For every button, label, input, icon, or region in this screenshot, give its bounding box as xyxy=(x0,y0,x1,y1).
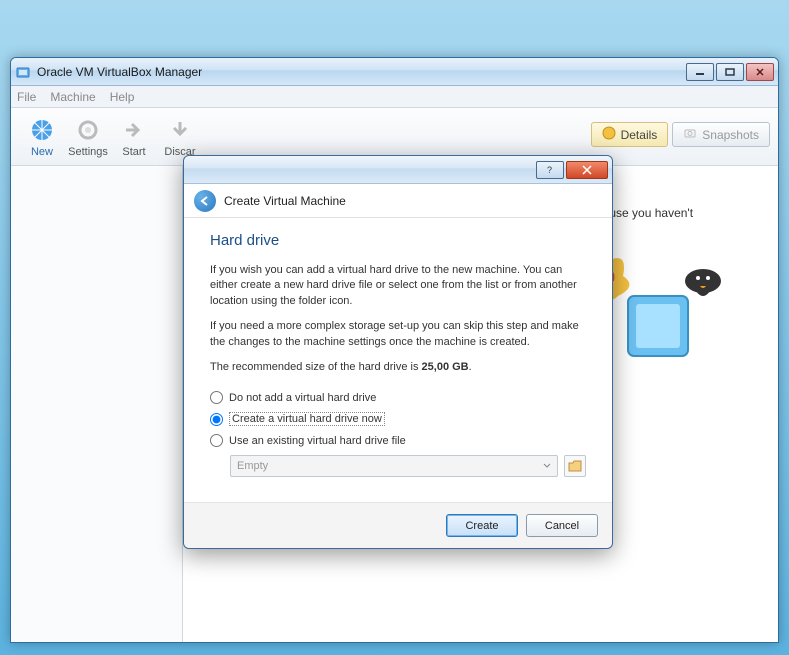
minimize-button[interactable] xyxy=(686,63,714,81)
tab-details[interactable]: Details xyxy=(591,122,669,147)
dialog-header: Create Virtual Machine xyxy=(184,184,612,218)
titlebar: Oracle VM VirtualBox Manager xyxy=(11,58,778,86)
vm-list-panel xyxy=(11,166,183,642)
svg-text:?: ? xyxy=(547,165,552,175)
tab-snapshots[interactable]: Snapshots xyxy=(672,122,770,147)
folder-icon xyxy=(568,460,582,472)
menu-help[interactable]: Help xyxy=(110,90,135,104)
app-icon xyxy=(15,64,31,80)
radio-no-drive-label: Do not add a virtual hard drive xyxy=(229,392,376,404)
discard-icon xyxy=(166,116,194,144)
existing-drive-combo[interactable]: Empty xyxy=(230,455,558,477)
toolbar-start-label: Start xyxy=(122,146,145,158)
chevron-down-icon xyxy=(543,460,551,472)
tab-details-label: Details xyxy=(621,128,658,142)
gear-icon xyxy=(74,116,102,144)
dialog-body: Hard drive If you wish you can add a vir… xyxy=(184,218,612,487)
dialog-titlebar: ? xyxy=(184,156,612,184)
start-icon xyxy=(120,116,148,144)
details-icon xyxy=(602,126,616,143)
maximize-button[interactable] xyxy=(716,63,744,81)
browse-folder-button[interactable] xyxy=(564,455,586,477)
dialog-para3: The recommended size of the hard drive i… xyxy=(210,360,586,375)
radio-create-drive-label: Create a virtual hard drive now xyxy=(229,412,385,426)
toolbar-settings[interactable]: Settings xyxy=(65,116,111,158)
radio-no-drive-input[interactable] xyxy=(210,391,223,404)
create-vm-dialog: ? Create Virtual Machine Hard drive If y… xyxy=(183,155,613,549)
radio-no-drive[interactable]: Do not add a virtual hard drive xyxy=(210,387,586,408)
snapshots-icon xyxy=(683,126,697,143)
dialog-para1: If you wish you can add a virtual hard d… xyxy=(210,263,586,309)
existing-drive-row: Empty xyxy=(230,455,586,477)
menubar: File Machine Help xyxy=(11,86,778,108)
dialog-close-button[interactable] xyxy=(566,161,608,179)
new-icon xyxy=(28,116,56,144)
radio-existing-drive[interactable]: Use an existing virtual hard drive file xyxy=(210,430,586,451)
toolbar-new[interactable]: New xyxy=(19,116,65,158)
radio-existing-drive-label: Use an existing virtual hard drive file xyxy=(229,435,406,447)
toolbar-discard[interactable]: Discar xyxy=(157,116,203,158)
hard-drive-radio-group: Do not add a virtual hard drive Create a… xyxy=(210,387,586,477)
window-title: Oracle VM VirtualBox Manager xyxy=(37,65,686,79)
menu-machine[interactable]: Machine xyxy=(50,90,95,104)
dialog-footer: Create Cancel xyxy=(184,502,612,548)
dialog-help-button[interactable]: ? xyxy=(536,161,564,179)
window-controls xyxy=(686,63,774,81)
toolbar-new-label: New xyxy=(31,146,53,158)
dialog-title: Create Virtual Machine xyxy=(224,194,346,208)
tab-snapshots-label: Snapshots xyxy=(702,128,759,142)
dialog-heading: Hard drive xyxy=(210,232,586,249)
combo-value: Empty xyxy=(237,460,268,472)
dialog-para2: If you need a more complex storage set-u… xyxy=(210,319,586,350)
radio-existing-drive-input[interactable] xyxy=(210,434,223,447)
menu-file[interactable]: File xyxy=(17,90,36,104)
cancel-button[interactable]: Cancel xyxy=(526,514,598,537)
toolbar-start[interactable]: Start xyxy=(111,116,157,158)
radio-create-drive-input[interactable] xyxy=(210,413,223,426)
toolbar-settings-label: Settings xyxy=(68,146,108,158)
back-button[interactable] xyxy=(194,190,216,212)
back-arrow-icon xyxy=(199,195,211,207)
radio-create-drive[interactable]: Create a virtual hard drive now xyxy=(210,408,586,430)
close-button[interactable] xyxy=(746,63,774,81)
create-button[interactable]: Create xyxy=(446,514,518,537)
